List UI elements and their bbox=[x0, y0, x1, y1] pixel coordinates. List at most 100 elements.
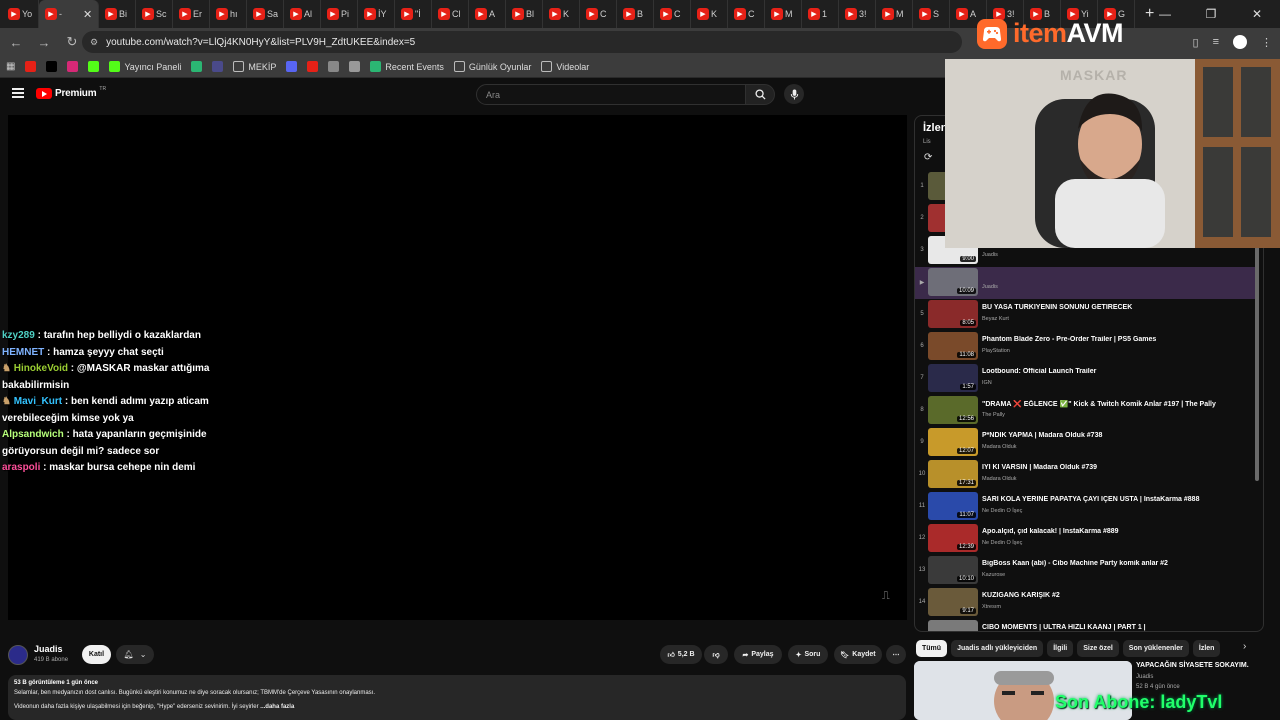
playlist-thumbnail[interactable]: 17:31 bbox=[928, 460, 978, 488]
search-input[interactable]: Ara bbox=[476, 84, 746, 105]
bookmark-item[interactable] bbox=[349, 61, 361, 72]
filter-chip[interactable]: İzlen bbox=[1192, 639, 1221, 657]
voice-search-button[interactable] bbox=[784, 84, 804, 104]
bookmark-item[interactable] bbox=[307, 61, 319, 72]
sidebar-icon[interactable]: ▯ bbox=[1193, 36, 1199, 49]
bookmark-item[interactable]: Recent Events bbox=[370, 61, 444, 72]
browser-tab[interactable]: ▶ C bbox=[580, 0, 617, 28]
back-icon[interactable]: ← bbox=[4, 35, 28, 50]
browser-tab[interactable]: ▶ Sc bbox=[136, 0, 173, 28]
cast-icon[interactable]: ⎍ bbox=[882, 590, 896, 604]
url-field[interactable]: ⚙ youtube.com/watch?v=LlQj4KN0HyY&list=P… bbox=[82, 31, 962, 53]
filter-chip[interactable]: Juadis adlı yükleyiciden bbox=[951, 639, 1044, 657]
playlist-thumbnail[interactable]: 12:56 bbox=[928, 396, 978, 424]
playlist-thumbnail[interactable]: 8:05 bbox=[928, 300, 978, 328]
browser-tab[interactable]: ▶ Pi bbox=[321, 0, 358, 28]
playlist-thumbnail[interactable]: 11:08 bbox=[928, 332, 978, 360]
join-button[interactable]: Katıl bbox=[82, 645, 111, 664]
maximize-icon[interactable]: ❐ bbox=[1188, 7, 1234, 21]
like-button[interactable]: 👍︎ 5,2 B bbox=[660, 645, 702, 664]
playlist-icon[interactable]: ≡ bbox=[1213, 36, 1219, 48]
playlist-thumbnail[interactable]: 10:10 bbox=[928, 556, 978, 584]
bookmark-item[interactable] bbox=[67, 61, 79, 72]
playlist-thumbnail[interactable]: 12:07 bbox=[928, 428, 978, 456]
playlist-item[interactable]: 13 10:10 BigBoss Kaan (abi) - Cibo Machine… bbox=[915, 555, 1255, 587]
dislike-button[interactable]: 👎︎ bbox=[704, 645, 728, 664]
browser-tab[interactable]: ▶ hı bbox=[210, 0, 247, 28]
video-description[interactable]: 53 B görüntüleme 1 gün önce Selamlar, be… bbox=[8, 675, 906, 720]
browser-tab[interactable]: ▶ Sa bbox=[247, 0, 284, 28]
bookmark-item[interactable] bbox=[46, 61, 58, 72]
show-more-link[interactable]: ...daha fazla bbox=[260, 704, 294, 710]
playlist-thumbnail[interactable]: 1:57 bbox=[928, 364, 978, 392]
playlist-item[interactable]: 12 12:39 Apo.alçıd, çıd kalacak! | InstaKa… bbox=[915, 523, 1255, 555]
browser-tab[interactable]: ▶ Yo bbox=[2, 0, 39, 28]
browser-tab[interactable]: ▶ C bbox=[654, 0, 691, 28]
bookmark-item[interactable]: MEKİP bbox=[233, 61, 276, 72]
playlist-thumbnail[interactable]: 9:17 bbox=[928, 588, 978, 616]
playlist-scrollbar[interactable] bbox=[1255, 241, 1259, 481]
bookmark-item[interactable]: Günlük Oyunlar bbox=[453, 61, 531, 72]
browser-tab[interactable]: ▶ Er bbox=[173, 0, 210, 28]
browser-tab[interactable]: ▶ S bbox=[913, 0, 950, 28]
playlist-item[interactable]: 6 11:08 Phantom Blade Zero - Pre-Order Tra… bbox=[915, 331, 1255, 363]
chevron-right-icon[interactable]: › bbox=[1243, 641, 1246, 652]
browser-tab[interactable]: ▶ Bl bbox=[506, 0, 543, 28]
playlist-item[interactable]: ▶ 10:09 Juadis bbox=[915, 267, 1255, 299]
playlist-item[interactable]: 14 9:17 KUZİGANG KARIŞIK #2 Xtresım bbox=[915, 587, 1255, 619]
bookmark-item[interactable] bbox=[328, 61, 340, 72]
site-info-icon[interactable]: ⚙ bbox=[90, 37, 98, 48]
bookmark-item[interactable]: Yayıncı Paneli bbox=[109, 61, 181, 72]
browser-tab[interactable]: ▶ A bbox=[469, 0, 506, 28]
filter-chip[interactable]: Size özel bbox=[1077, 639, 1119, 657]
playlist-item[interactable]: 9 12:07 P*NDİK YAPMA | Madara Olduk #738 Ma… bbox=[915, 427, 1255, 459]
browser-tab[interactable]: ▶ - ✕ bbox=[39, 0, 99, 28]
more-actions-button[interactable]: ⋯ bbox=[886, 645, 906, 664]
share-button[interactable]: ➦ Paylaş bbox=[734, 645, 782, 664]
browser-tab[interactable]: ▶ "İ bbox=[395, 0, 432, 28]
hamburger-menu-icon[interactable] bbox=[12, 88, 24, 98]
playlist-item[interactable]: 10 17:31 İYİ Kİ VARSIN | Madara Olduk #739… bbox=[915, 459, 1255, 491]
browser-tab[interactable]: ▶ Al bbox=[284, 0, 321, 28]
playlist-item[interactable]: 7 1:57 Lootbound: Official Launch Trailer I… bbox=[915, 363, 1255, 395]
loop-icon[interactable]: ⟳ bbox=[924, 152, 932, 163]
browser-tab[interactable]: ▶ 3! bbox=[839, 0, 876, 28]
bookmark-item[interactable] bbox=[286, 61, 298, 72]
close-tab-icon[interactable]: ✕ bbox=[83, 8, 92, 21]
playlist-item[interactable]: 11 11:07 SARI KOLA YERİNE PAPATYA ÇAYI İÇE… bbox=[915, 491, 1255, 523]
playlist-thumbnail[interactable]: 11:07 bbox=[928, 492, 978, 520]
bookmark-item[interactable] bbox=[191, 61, 203, 72]
browser-tab[interactable]: ▶ Cl bbox=[432, 0, 469, 28]
bookmark-item[interactable]: Videolar bbox=[541, 61, 589, 72]
bookmark-item[interactable] bbox=[212, 61, 224, 72]
browser-tab[interactable]: ▶ B bbox=[617, 0, 654, 28]
save-button[interactable]: 🔖︎ Kaydet bbox=[834, 645, 882, 664]
more-menu-icon[interactable]: ⋮ bbox=[1261, 36, 1272, 49]
filter-chip[interactable]: İlgili bbox=[1047, 639, 1074, 657]
browser-tab[interactable]: ▶ Bi bbox=[99, 0, 136, 28]
playlist-item[interactable]: 15 CİBO MOMENTS | ULTRA HIZLI KAANJ | PAR… bbox=[915, 619, 1255, 631]
browser-tab[interactable]: ▶ M bbox=[765, 0, 802, 28]
close-window-icon[interactable]: ✕ bbox=[1234, 7, 1280, 21]
playlist-item[interactable]: 8 12:56 "DRAMA ❌ EĞLENCE ✅" Kick & Twitch … bbox=[915, 395, 1255, 427]
channel-avatar[interactable] bbox=[8, 645, 28, 665]
playlist-thumbnail[interactable] bbox=[928, 620, 978, 631]
browser-tab[interactable]: ▶ İY bbox=[358, 0, 395, 28]
ask-button[interactable]: ✦ Soru bbox=[788, 645, 828, 664]
bookmark-item[interactable] bbox=[25, 61, 37, 72]
reload-icon[interactable]: ↻ bbox=[60, 34, 84, 50]
youtube-premium-logo[interactable]: Premium TR bbox=[36, 86, 106, 99]
playlist-item[interactable]: 5 8:05 BU YASA TÜRKİYENİN SONUNU GETİRECEK… bbox=[915, 299, 1255, 331]
forward-icon[interactable]: → bbox=[32, 35, 56, 50]
recommended-title[interactable]: YAPACAĞIN SİYASETE SOKAYIM. bbox=[1136, 661, 1276, 671]
playlist-title[interactable]: İzlen bbox=[923, 122, 947, 134]
filter-chip[interactable]: Son yüklenenler bbox=[1122, 639, 1189, 657]
search-button[interactable] bbox=[745, 84, 775, 105]
browser-tab[interactable]: ▶ K bbox=[691, 0, 728, 28]
browser-tab[interactable]: ▶ K bbox=[543, 0, 580, 28]
apps-grid-icon[interactable]: ▦ bbox=[6, 61, 15, 72]
channel-name[interactable]: Juadis bbox=[34, 644, 63, 654]
notification-bell-button[interactable]: 🔔︎ ⌄ bbox=[116, 645, 154, 664]
bookmark-item[interactable] bbox=[88, 61, 100, 72]
browser-tab[interactable]: ▶ M bbox=[876, 0, 913, 28]
